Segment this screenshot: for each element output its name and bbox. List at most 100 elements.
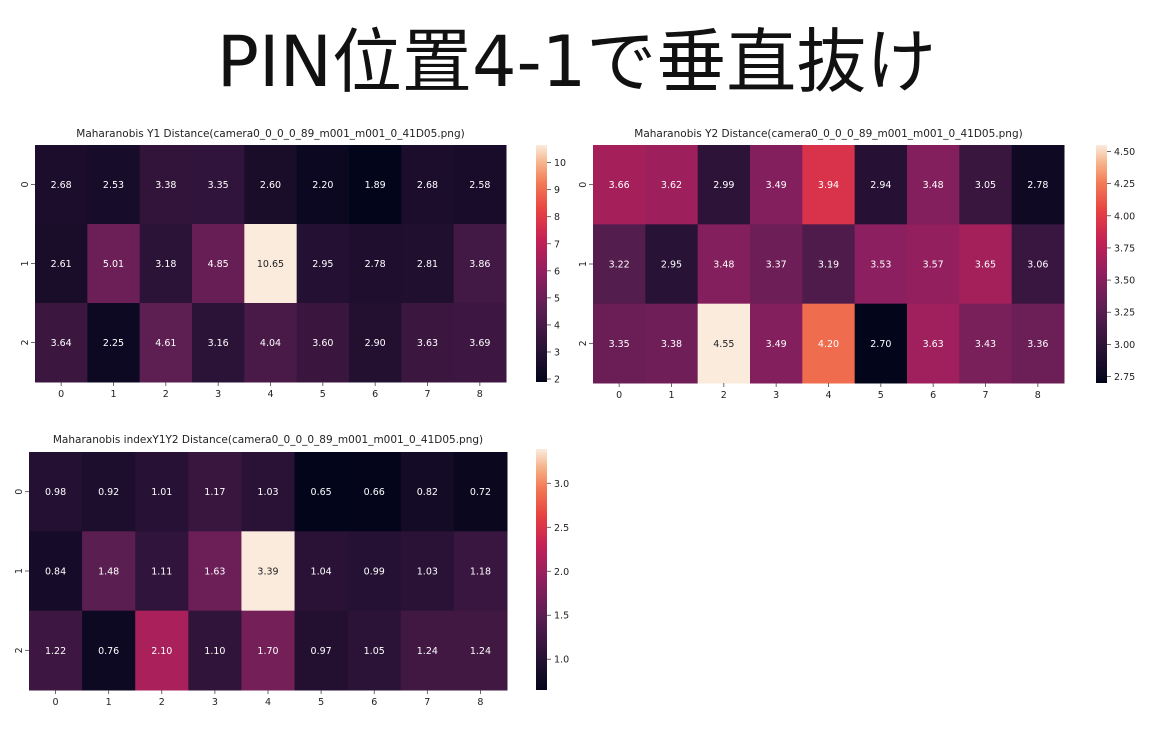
- cell-value-label: 0.82: [417, 487, 438, 498]
- colorbar-tick-label: 6: [554, 266, 560, 277]
- colorbar-tick-label: 7: [554, 239, 560, 250]
- colorbar-tick-label: 1.5: [554, 611, 569, 622]
- x-tick-label: 4: [265, 697, 271, 708]
- cell-value-label: 1.17: [204, 487, 225, 498]
- colorbar-tick-label: 8: [554, 212, 560, 223]
- y-tick-label: 0: [20, 181, 31, 187]
- colorbar-tick-label: 2.5: [554, 523, 569, 534]
- colorbar-tick-label: 2.75: [1114, 372, 1135, 383]
- cell-value-label: 5.01: [103, 259, 124, 270]
- x-tick-label: 4: [825, 390, 831, 401]
- cell-value-label: 2.99: [713, 180, 734, 191]
- cell-value-label: 3.65: [975, 260, 996, 271]
- cell-value-label: 1.70: [257, 646, 278, 657]
- y-tick-label: 1: [578, 261, 589, 267]
- cell-value-label: 2.61: [51, 259, 72, 270]
- cell-value-label: 1.48: [98, 567, 119, 578]
- x-tick-label: 8: [477, 389, 483, 400]
- cell-value-label: 0.92: [98, 487, 119, 498]
- y-tick-label: 2: [578, 340, 589, 346]
- x-tick-label: 6: [930, 390, 936, 401]
- cell-value-label: 3.19: [818, 260, 839, 271]
- x-tick-label: 2: [163, 389, 169, 400]
- cell-value-label: 3.16: [208, 338, 229, 349]
- colorbar-tick-label: 10: [554, 158, 566, 169]
- cell-value-label: 1.03: [417, 567, 438, 578]
- y-tick-label: 2: [14, 647, 25, 653]
- colorbar-tick-label: 4.00: [1114, 211, 1135, 222]
- colorbar-tick-label: 1.0: [554, 655, 569, 666]
- x-tick-label: 5: [320, 389, 326, 400]
- cell-value-label: 0.65: [311, 487, 332, 498]
- x-tick-label: 3: [212, 697, 218, 708]
- heatmap-title: Maharanobis Y2 Distance(camera0_0_0_0_89…: [634, 128, 1022, 140]
- cell-value-label: 2.20: [312, 180, 333, 191]
- cell-value-label: 1.63: [204, 567, 225, 578]
- x-tick-label: 0: [53, 697, 59, 708]
- cell-value-label: 2.58: [469, 180, 490, 191]
- colorbar: [536, 145, 547, 382]
- cell-value-label: 3.18: [155, 259, 176, 270]
- x-tick-label: 0: [616, 390, 622, 401]
- cell-value-label: 3.64: [51, 338, 72, 349]
- cell-value-label: 3.63: [923, 339, 944, 350]
- cell-value-label: 3.35: [609, 339, 630, 350]
- colorbar-tick-label: 3.75: [1114, 243, 1135, 254]
- colorbar-tick-label: 3.0: [554, 479, 569, 490]
- cell-value-label: 3.49: [766, 180, 787, 191]
- y-tick-label: 0: [14, 489, 25, 495]
- cell-value-label: 2.95: [661, 260, 682, 271]
- cell-value-label: 2.10: [151, 646, 172, 657]
- cell-value-label: 1.24: [470, 646, 491, 657]
- cell-value-label: 3.63: [417, 338, 438, 349]
- cell-value-label: 2.25: [103, 338, 124, 349]
- x-tick-label: 3: [215, 389, 221, 400]
- cell-value-label: 1.05: [364, 646, 385, 657]
- cell-value-label: 0.98: [45, 487, 66, 498]
- cell-value-label: 2.70: [870, 339, 891, 350]
- cell-value-label: 4.55: [713, 339, 734, 350]
- cell-value-label: 3.05: [975, 180, 996, 191]
- cell-value-label: 3.86: [469, 259, 490, 270]
- colorbar-tick-label: 9: [554, 185, 560, 196]
- x-tick-label: 6: [372, 389, 378, 400]
- cell-value-label: 1.24: [417, 646, 438, 657]
- cell-value-label: 3.48: [923, 180, 944, 191]
- colorbar-tick-label: 2.0: [554, 567, 569, 578]
- cell-value-label: 2.78: [1027, 180, 1048, 191]
- cell-value-label: 2.78: [365, 259, 386, 270]
- colorbar-tick-label: 2: [554, 375, 560, 386]
- colorbar-tick-label: 3.25: [1114, 308, 1135, 319]
- x-tick-label: 7: [424, 389, 430, 400]
- colorbar: [536, 449, 547, 690]
- x-tick-label: 7: [424, 697, 430, 708]
- x-tick-label: 1: [106, 697, 112, 708]
- colorbar-tick-label: 3.00: [1114, 340, 1135, 351]
- colorbar-tick-label: 4.25: [1114, 179, 1135, 190]
- cell-value-label: 2.95: [312, 259, 333, 270]
- cell-value-label: 3.62: [661, 180, 682, 191]
- cell-value-label: 3.43: [975, 339, 996, 350]
- cell-value-label: 3.60: [312, 338, 333, 349]
- cell-value-label: 3.48: [713, 260, 734, 271]
- x-tick-label: 2: [159, 697, 165, 708]
- heatmap-1: Maharanobis Y1 Distance(camera0_0_0_0_89…: [20, 128, 566, 400]
- cell-value-label: 4.61: [155, 338, 176, 349]
- y-tick-label: 1: [20, 260, 31, 266]
- cell-value-label: 0.72: [470, 487, 491, 498]
- x-tick-label: 8: [1035, 390, 1041, 401]
- cell-value-label: 3.38: [155, 180, 176, 191]
- x-tick-label: 7: [982, 390, 988, 401]
- cell-value-label: 2.68: [51, 180, 72, 191]
- cell-value-label: 1.89: [365, 180, 386, 191]
- cell-value-label: 2.53: [103, 180, 124, 191]
- cell-value-label: 3.06: [1027, 260, 1048, 271]
- y-tick-label: 0: [578, 182, 589, 188]
- x-tick-label: 6: [371, 697, 377, 708]
- cell-value-label: 4.85: [208, 259, 229, 270]
- y-tick-label: 2: [20, 339, 31, 345]
- cell-value-label: 3.35: [208, 180, 229, 191]
- cell-value-label: 2.60: [260, 180, 281, 191]
- cell-value-label: 3.57: [923, 260, 944, 271]
- cell-value-label: 3.37: [766, 260, 787, 271]
